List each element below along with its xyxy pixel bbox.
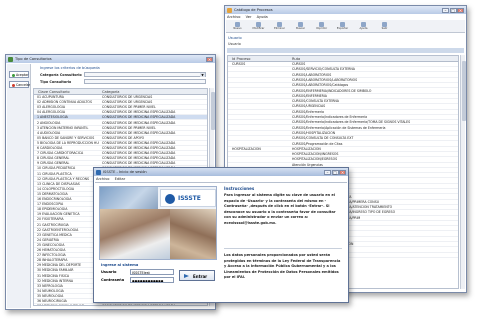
chevron-down-icon: ▼ — [200, 73, 205, 77]
hospital-photo — [100, 187, 158, 209]
maximize-button[interactable]: □ — [331, 169, 339, 175]
toolbar-button-7[interactable]: Salir — [375, 21, 394, 32]
password-input[interactable]: ●●●●●●●●●●●● — [130, 277, 174, 283]
cancelar-label: Cancelar — [16, 83, 31, 87]
instructions-divider — [224, 248, 342, 249]
cancelar-button[interactable]: Cancelar — [9, 81, 31, 88]
catalog-scroll-thumb[interactable] — [461, 61, 466, 121]
aceptar-label: Aceptar — [16, 73, 29, 77]
categoria-select[interactable]: ▼ — [84, 72, 206, 77]
menu-editar[interactable]: Editar — [115, 177, 126, 181]
menu-archivo[interactable]: Archivo — [96, 177, 109, 181]
patient-photo — [170, 209, 216, 259]
toolbar-label: Buscar — [296, 27, 305, 30]
login-menu-divider — [95, 182, 347, 183]
instructions-heading: Instrucciones — [224, 186, 255, 191]
types-left-panel: Aceptar Cancelar — [7, 64, 31, 308]
login-banner: ISSSTE — [99, 186, 217, 260]
toolbar-button-0[interactable]: Nuevo — [228, 21, 247, 32]
toolbar-button-5[interactable]: Exportar — [333, 21, 352, 32]
types-scroll-thumb[interactable] — [210, 92, 215, 130]
issste-icon — [96, 169, 101, 175]
toolbar-label: Salir — [381, 27, 388, 30]
minimize-button[interactable]: – — [442, 7, 449, 13]
tipo-label: Tipo Consultorio — [40, 80, 72, 84]
toolbar-label: Exportar — [336, 27, 349, 30]
login-title-bar: ISSSTE - Inicio de sesión – □ × — [94, 168, 348, 176]
check-icon — [11, 73, 15, 77]
toolbar-label: Modificar — [252, 27, 265, 30]
toolbar-label: Nuevo — [233, 27, 242, 30]
close-button[interactable]: × — [457, 7, 464, 13]
toolbar-button-4[interactable]: Imprimir — [312, 21, 331, 32]
toolbar-button-3[interactable]: Buscar — [291, 21, 310, 32]
toolbar-button-2[interactable]: Eliminar — [270, 21, 289, 32]
toolbar-button-6[interactable]: Ayuda — [354, 21, 373, 32]
login-title: ISSSTE - Inicio de sesión — [103, 170, 147, 174]
catalog-scrollbar[interactable] — [460, 55, 466, 289]
entrar-button[interactable]: Entrar — [179, 270, 215, 281]
toolbar-button-1[interactable]: Modificar — [249, 21, 268, 32]
app-icon — [8, 56, 13, 62]
logo-emblem-icon — [165, 194, 175, 204]
catalog-title-bar: Catálogo de Procesos – □ × — [225, 6, 466, 14]
cell-categoria: CONSULTORIOS DE MEDICINA ESPECIALIZADA — [102, 304, 205, 305]
cancel-icon — [11, 83, 15, 87]
instructions-text: Para ingresar al sistema digite su clave… — [224, 193, 336, 225]
catalog-title: Catálogo de Procesos — [234, 8, 273, 12]
password-label: Contraseña — [101, 278, 125, 282]
privacy-text: Los datos personales proporcionados por … — [224, 253, 341, 280]
close-button[interactable]: × — [206, 56, 213, 62]
login-menubar: Archivo Editar — [96, 177, 348, 181]
doctor-photo — [100, 209, 170, 259]
enter-arrow-icon — [184, 274, 189, 278]
aceptar-button[interactable]: Aceptar — [9, 71, 29, 78]
menu-ver[interactable]: Ver — [246, 15, 252, 19]
catalog-menubar: Archivo Ver Ayuda — [227, 15, 466, 19]
usuario-label: Usuario — [101, 270, 117, 274]
search-heading: Ingrese los criterios de búsqueda — [40, 66, 100, 70]
cell-clave: 37 MEDICINA FISICA Y REHAB — [37, 304, 99, 305]
types-title: Tipo de Consultorios — [15, 57, 52, 61]
categoria-label: Categoría Consultorio — [40, 73, 82, 77]
menu-ayuda[interactable]: Ayuda — [257, 15, 268, 19]
catalog-toolbar: Nuevo Modificar Eliminar Buscar Imprimir Expo… — [226, 20, 465, 33]
logo-text: ISSSTE — [178, 195, 201, 202]
menu-archivo[interactable]: Archivo — [227, 15, 240, 19]
login-window: ISSSTE - Inicio de sesión – □ × Archivo … — [93, 167, 349, 303]
catalog-section-label: Usuario — [228, 36, 242, 40]
minimize-button[interactable]: – — [324, 169, 331, 175]
usuario-input[interactable]: ISSSTEJest — [130, 269, 174, 275]
app-icon — [227, 7, 232, 13]
toolbar-label: Imprimir — [315, 27, 328, 30]
login-form-heading: Ingrese al sistema — [101, 263, 139, 267]
catalog-separator — [227, 48, 464, 53]
toolbar-label: Ayuda — [359, 27, 368, 30]
types-title-bar: Tipo de Consultorios × — [6, 55, 215, 63]
issste-logo: ISSSTE — [160, 189, 216, 207]
table-row[interactable]: 37 MEDICINA FISICA Y REHABCONSULTORIOS D… — [34, 304, 207, 305]
toolbar-label: Eliminar — [274, 27, 285, 30]
maximize-button[interactable]: □ — [449, 7, 457, 13]
catalog-subsection-label: Usuario — [228, 42, 241, 46]
close-button[interactable]: × — [339, 169, 346, 175]
entrar-label: Entrar — [193, 274, 208, 279]
tipo-input[interactable] — [84, 79, 206, 84]
